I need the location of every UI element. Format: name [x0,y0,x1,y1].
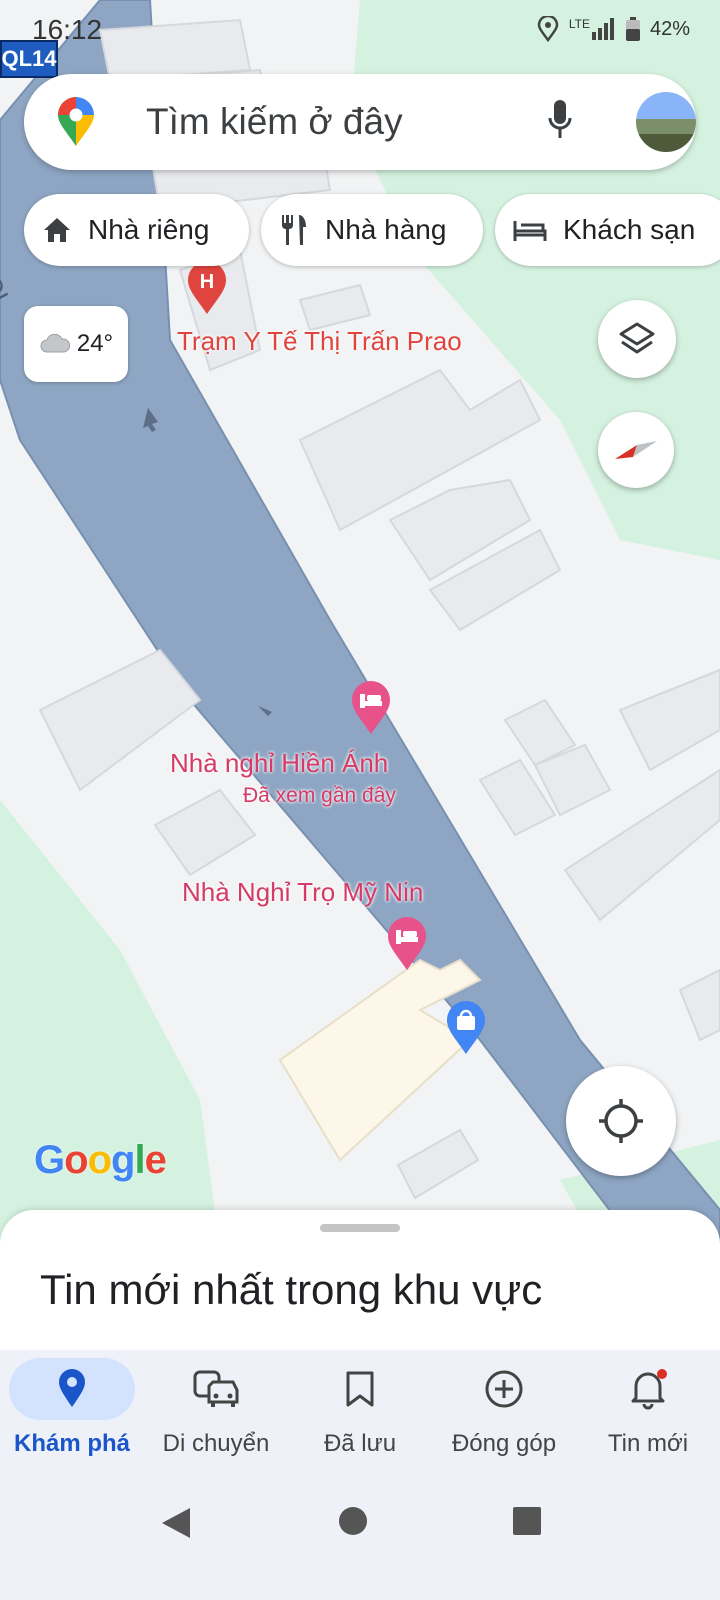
system-navigation-bar [0,1480,720,1600]
bell-icon [631,1369,667,1410]
sheet-title: Tin mới nhất trong khu vực [40,1266,543,1313]
nav-explore[interactable]: Khám phá [0,1350,144,1480]
layers-button[interactable] [598,300,676,378]
cloud-icon [40,334,70,353]
commute-icon [193,1370,239,1407]
bed-icon [388,917,426,970]
sheet-drag-handle[interactable] [320,1224,400,1232]
weather-badge[interactable]: 24° [24,306,128,382]
nav-updates[interactable]: Tin mới [576,1350,720,1480]
chip-hotel[interactable]: Khách sạn [495,194,720,266]
chip-home[interactable]: Nhà riêng [24,194,249,266]
home-icon [44,218,70,242]
nav-saved-label: Đã lưu [323,1430,397,1457]
nav-contribute-indicator [441,1358,567,1420]
nav-contribute[interactable]: Đóng góp [432,1350,576,1480]
explore-pin-icon [59,1369,85,1407]
nav-saved[interactable]: Đã lưu [288,1350,432,1480]
add-circle-icon [485,1370,523,1408]
restaurant-icon [282,215,306,245]
chip-restaurant[interactable]: Nhà hàng [261,194,483,266]
bottom-navigation: Khám phá Di chuyển Đã lưu Đóng góp Tin m… [0,1350,720,1480]
back-icon[interactable] [160,1506,192,1540]
mic-icon[interactable] [548,100,572,140]
weather-temp: 24° [76,330,114,357]
map-graphics [0,0,720,1250]
hotel-label-2[interactable]: Nhà Nghỉ Trọ Mỹ Nin [182,877,423,908]
compass-icon [615,441,657,459]
google-maps-logo-icon [58,97,94,146]
signal-icon [591,18,614,40]
chip-hotel-label: Khách sạn [563,214,696,245]
chip-home-label: Nhà riêng [88,214,210,245]
hotel-label-1[interactable]: Nhà nghỉ Hiền Ánh [170,748,388,779]
nav-contribute-label: Đóng góp [451,1430,557,1457]
nav-updates-label: Tin mới [607,1430,689,1457]
map-canvas[interactable]: QL H Trạm Y Tế Thị Trấn Prao Nhà nghỉ Hi… [0,0,720,1250]
bed-icon [352,681,390,734]
nav-explore-label: Khám phá [13,1430,130,1457]
bookmark-icon [346,1371,374,1407]
latest-news-sheet[interactable]: Tin mới nhất trong khu vực [0,1210,720,1350]
home-button-icon[interactable] [338,1506,368,1536]
location-icon [537,16,559,42]
status-icons: LTE 42% [537,16,690,42]
shopping-bag-icon [447,1001,485,1054]
hotel-icon [513,221,547,241]
network-type: LTE [568,17,590,31]
recents-icon[interactable] [512,1506,542,1536]
layers-icon [619,322,655,354]
my-location-button[interactable] [566,1066,676,1176]
avatar[interactable] [636,92,696,152]
compass-button[interactable] [598,412,674,488]
nav-explore-indicator [9,1358,135,1420]
hotel-label-1-recent: Đã xem gần đây [243,784,396,807]
hospital-label[interactable]: Trạm Y Tế Thị Trấn Prao [177,326,462,357]
search-bar[interactable]: Tìm kiếm ở đây [24,74,696,170]
nav-updates-indicator [585,1358,711,1420]
svg-text:H: H [200,271,214,293]
hospital-icon: H [188,261,226,314]
status-time: 16:12 [32,14,103,45]
status-bar: 16:12 LTE 42% [0,0,720,60]
nav-saved-indicator [297,1358,423,1420]
chip-restaurant-label: Nhà hàng [325,214,447,245]
my-location-icon [599,1099,643,1143]
nav-commute-indicator [153,1358,279,1420]
google-logo: Google [34,1138,167,1182]
nav-commute[interactable]: Di chuyển [144,1350,288,1480]
search-input[interactable]: Tìm kiếm ở đây [146,101,403,143]
battery-icon [625,17,640,41]
nav-commute-label: Di chuyển [162,1430,270,1457]
battery-percent: 42% [649,17,690,40]
